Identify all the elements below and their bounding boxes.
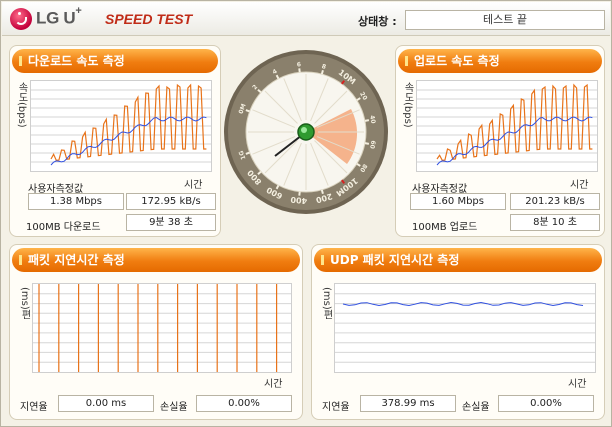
header-bar: LG U+ SPEED TEST 상태창 : 테스트 끝: [2, 2, 610, 36]
status-field: 테스트 끝: [405, 10, 605, 30]
gauge-hub-highlight: [301, 127, 307, 133]
latency-y-label: (ms)편: [19, 287, 30, 320]
udp-x-label: 시간: [568, 379, 587, 390]
udp-delay-field: 378.99 ms: [360, 395, 456, 412]
latency-loss-label: 손실율: [160, 402, 188, 413]
download-y-label: 속도(bps): [16, 82, 27, 128]
download-kbs-field: 172.95 kB/s: [126, 193, 216, 210]
gauge-tick: [364, 119, 370, 122]
latency-graph-svg: [33, 284, 291, 372]
latency-panel: 패킷 지연시간 측정 (ms)편 시간 지연율 0.00 ms 손실율 0.00…: [9, 244, 303, 420]
gauge-tick: [364, 142, 370, 145]
gauge-tick: [245, 109, 250, 113]
download-panel-title: 다운로드 속도 측정: [12, 49, 218, 73]
udp-graph: [334, 283, 596, 373]
upload-panel-title: 업로드 속도 측정: [398, 49, 602, 73]
download-panel: 다운로드 속도 측정 속도(bps) 시간 사용자측정값 1.38 Mbps 1…: [9, 45, 221, 237]
upload-kbs-field: 201.23 kB/s: [510, 193, 600, 210]
gauge-tick: [245, 151, 250, 155]
download-time-field: 9분 38 초: [126, 214, 216, 231]
gauge-scale-label: 6: [297, 61, 302, 68]
udp-delay-label: 지연율: [322, 402, 350, 413]
lg-logo-icon: [10, 8, 32, 30]
app-title: SPEED TEST: [105, 11, 193, 27]
speed-test-window: LG U+ SPEED TEST 상태창 : 테스트 끝 다운로드 속도 측정 …: [0, 0, 612, 427]
upload-y-label: 속도(bps): [402, 82, 413, 128]
latency-graph: [32, 283, 292, 373]
download-x-label: 시간: [184, 180, 203, 191]
speed-trace-line: [50, 83, 207, 162]
download-graph-svg: [31, 83, 211, 166]
latency-loss-field: 0.00%: [196, 395, 292, 412]
latency-x-label: 시간: [264, 379, 283, 390]
gauge-tick: [320, 189, 324, 194]
latency-panel-title: 패킷 지연시간 측정: [12, 248, 300, 272]
upload-time-field: 8분 10 초: [510, 214, 600, 231]
latency-delay-label: 지연율: [20, 402, 48, 413]
status-label: 상태창 :: [358, 15, 397, 28]
udp-graph-svg: [335, 293, 595, 363]
speed-trace-line: [436, 83, 593, 162]
udp-y-label: (ms)편: [321, 287, 332, 320]
udp-loss-label: 손실율: [462, 402, 490, 413]
upload-x-label: 시간: [570, 180, 589, 191]
upload-panel: 업로드 속도 측정 속도(bps) 시간 사용자측정값 1.60 Mbps 20…: [395, 45, 605, 237]
speed-gauge: 0M246 810M20406080100M2004006008001G: [224, 50, 388, 214]
gauge-scale-label: 400: [290, 195, 308, 206]
gauge-tick: [320, 70, 324, 75]
upload-file-label: 100MB 업로드: [412, 222, 478, 233]
udp-panel-title: UDP 패킷 지연시간 측정: [314, 248, 602, 272]
download-file-label: 100MB 다운로드: [26, 222, 101, 233]
upload-graph-svg: [417, 83, 597, 166]
udp-loss-field: 0.00%: [498, 395, 594, 412]
download-mbps-field: 1.38 Mbps: [28, 193, 124, 210]
download-graph: [30, 80, 212, 172]
udp-panel: UDP 패킷 지연시간 측정 (ms)편 시간 지연율 378.99 ms 손실…: [311, 244, 605, 420]
upload-mbps-field: 1.60 Mbps: [410, 193, 506, 210]
brand-name: LG U+: [36, 5, 82, 28]
latency-delay-field: 0.00 ms: [58, 395, 154, 412]
upload-graph: [416, 80, 598, 172]
